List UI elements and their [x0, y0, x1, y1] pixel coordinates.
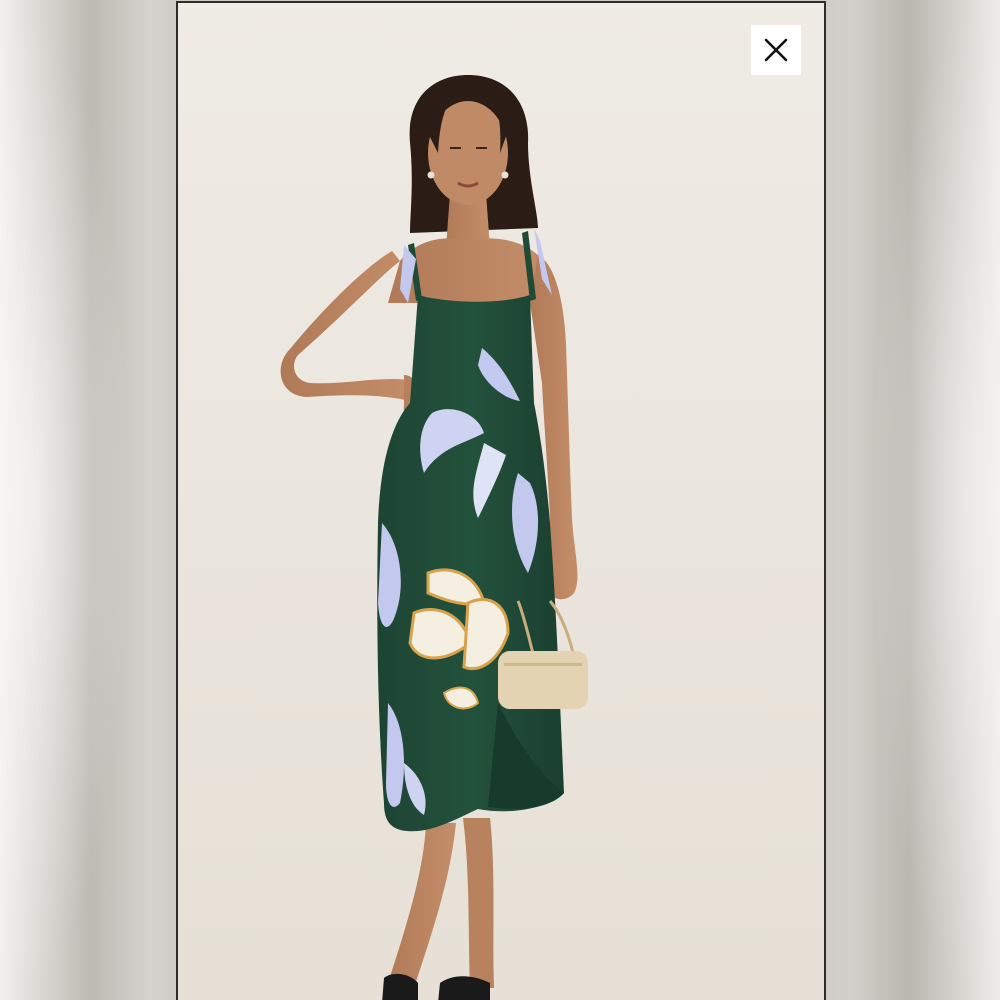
- product-photo: [178, 3, 824, 1000]
- image-viewer: [178, 3, 824, 1000]
- close-icon: [764, 38, 788, 62]
- close-button[interactable]: [751, 25, 801, 75]
- lightbox-overlay: [0, 0, 1000, 1000]
- handbag: [498, 651, 588, 709]
